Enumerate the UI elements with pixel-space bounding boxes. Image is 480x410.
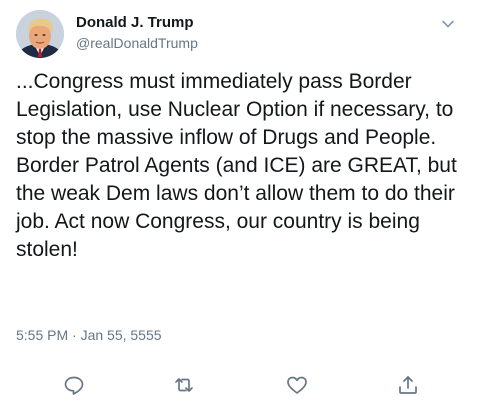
heart-icon[interactable] — [285, 373, 309, 397]
tweet-text: ...Congress must immediately pass Border… — [16, 70, 457, 261]
retweet-icon[interactable] — [172, 373, 196, 397]
tweet-card: Donald J. Trump @realDonaldTrump ...Cong… — [0, 0, 480, 410]
author-handle[interactable]: @realDonaldTrump — [76, 34, 198, 52]
tweet-actions — [0, 370, 480, 400]
author-block[interactable]: Donald J. Trump @realDonaldTrump — [76, 14, 198, 52]
share-icon[interactable] — [396, 373, 420, 397]
reply-icon[interactable] — [62, 373, 86, 397]
avatar-photo — [16, 10, 64, 58]
author-display-name[interactable]: Donald J. Trump — [76, 14, 198, 32]
chevron-down-icon[interactable] — [440, 16, 456, 32]
tweet-timestamp[interactable]: 5:55 PM · Jan 55, 5555 — [16, 326, 162, 344]
avatar[interactable] — [16, 10, 64, 58]
